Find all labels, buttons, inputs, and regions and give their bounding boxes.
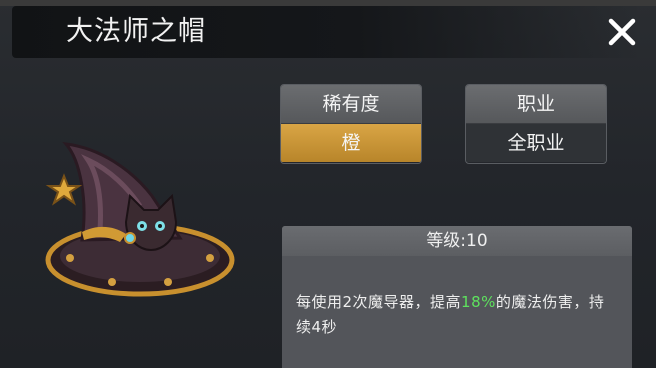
description-highlight: 18%: [461, 293, 496, 311]
item-detail-panel: 大法师之帽 稀有度 橙 职业 全职业 等级:10 每使用2次魔导器，提高18%的…: [0, 0, 656, 368]
description-before: 每使用2次魔导器，提高: [296, 293, 462, 311]
rarity-label: 稀有度: [281, 85, 421, 123]
rarity-value: 橙: [281, 123, 421, 162]
description-panel: 等级:10 每使用2次魔导器，提高18%的魔法伤害，持续4秒: [282, 226, 632, 368]
item-title: 大法师之帽: [66, 16, 206, 47]
rarity-box: 稀有度 橙: [280, 84, 422, 164]
job-label: 职业: [466, 85, 606, 123]
close-icon: [608, 18, 636, 46]
description-text: 每使用2次魔导器，提高18%的魔法伤害，持续4秒: [282, 256, 632, 340]
close-button[interactable]: [604, 14, 640, 50]
job-box: 职业 全职业: [465, 84, 607, 164]
level-label: 等级:10: [282, 226, 632, 256]
wizard-hat-cat-icon: [45, 142, 235, 297]
job-value: 全职业: [466, 123, 606, 162]
